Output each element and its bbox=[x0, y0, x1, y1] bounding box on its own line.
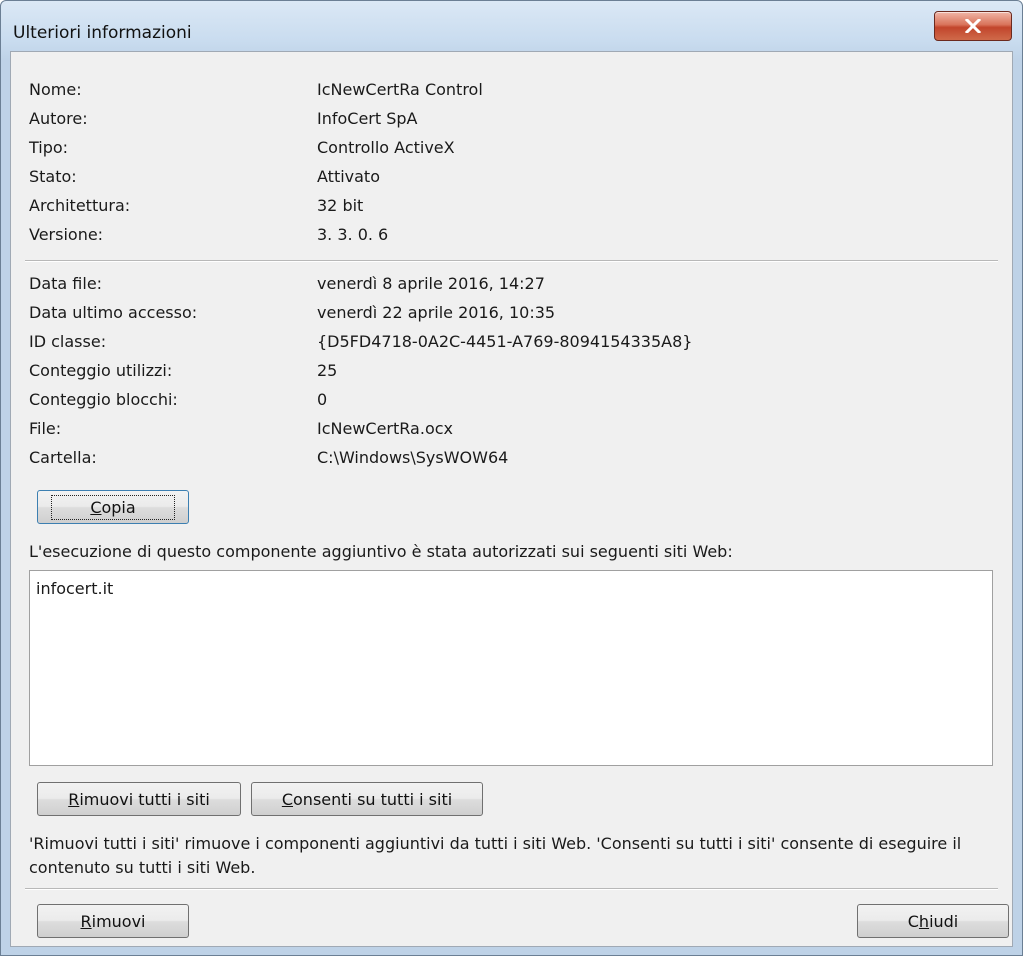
window-title: Ulteriori informazioni bbox=[13, 23, 192, 43]
divider bbox=[25, 260, 998, 261]
info-label: Architettura: bbox=[29, 196, 131, 215]
close-x-icon bbox=[965, 19, 981, 33]
site-list-item[interactable]: infocert.it bbox=[36, 579, 986, 598]
remove-all-sites-button[interactable]: Rimuovi tutti i siti bbox=[37, 782, 241, 816]
info-label: Conteggio utilizzi: bbox=[29, 361, 173, 380]
dialog-window: Ulteriori informazioni Nome: IcNewCertRa … bbox=[0, 0, 1023, 956]
info-value: Controllo ActiveX bbox=[317, 138, 455, 157]
info-label: Conteggio blocchi: bbox=[29, 390, 178, 409]
info-value: 0 bbox=[317, 390, 328, 409]
close-button[interactable]: Ch iudi bbox=[857, 904, 1009, 938]
info-label: Data ultimo accesso: bbox=[29, 303, 198, 322]
info-value: 3. 3. 0. 6 bbox=[317, 225, 389, 244]
info-value: IcNewCertRa Control bbox=[317, 80, 483, 99]
info-value: venerdì 22 aprile 2016, 10:35 bbox=[317, 303, 556, 322]
info-value: C:\Windows\SysWOW64 bbox=[317, 448, 509, 467]
info-label: Nome: bbox=[29, 80, 82, 99]
info-value: 25 bbox=[317, 361, 338, 380]
info-label: Tipo: bbox=[29, 138, 69, 157]
remove-button[interactable]: Rimuovi bbox=[37, 904, 189, 938]
remove-allow-note: 'Rimuovi tutti i siti' rimuove i compone… bbox=[29, 834, 962, 877]
info-value: {D5FD4718-0A2C-4451-A769-8094154335A8} bbox=[317, 332, 693, 351]
info-value: InfoCert SpA bbox=[317, 109, 418, 128]
info-label: Versione: bbox=[29, 225, 104, 244]
info-value: IcNewCertRa.ocx bbox=[317, 419, 453, 438]
info-value: Attivato bbox=[317, 167, 380, 186]
info-label: ID classe: bbox=[29, 332, 107, 351]
copy-button[interactable]: Copia bbox=[37, 490, 189, 524]
info-label: Cartella: bbox=[29, 448, 97, 467]
info-value: venerdì 8 aprile 2016, 14:27 bbox=[317, 274, 545, 293]
info-value: 32 bit bbox=[317, 196, 364, 215]
dialog-content: Nome: IcNewCertRa Control Autore: InfoCert … bbox=[10, 51, 1013, 947]
close-window-button[interactable] bbox=[934, 11, 1012, 41]
info-label: Data file: bbox=[29, 274, 103, 293]
authorized-sites-label: L'esecuzione di questo componente aggiun… bbox=[29, 542, 733, 561]
divider bbox=[25, 888, 998, 889]
authorized-sites-list[interactable]: infocert.it bbox=[29, 570, 993, 766]
allow-all-sites-button[interactable]: Consenti su tutti i siti bbox=[251, 782, 483, 816]
info-label: Autore: bbox=[29, 109, 88, 128]
info-label: Stato: bbox=[29, 167, 77, 186]
info-label: File: bbox=[29, 419, 62, 438]
title-bar[interactable]: Ulteriori informazioni bbox=[1, 1, 1022, 51]
